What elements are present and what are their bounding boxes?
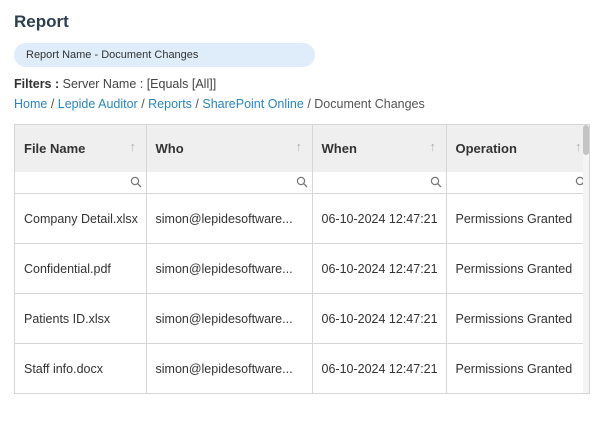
who-filter-input[interactable] [146, 172, 312, 193]
search-icon[interactable] [296, 176, 308, 188]
column-header-when[interactable]: When ↑ [312, 125, 447, 172]
cell-when: 06-10-2024 12:47:21 [312, 293, 447, 344]
report-name-badge: Report Name - Document Changes [14, 43, 315, 67]
page-title: Report [14, 12, 69, 31]
column-header-label: Operation [455, 141, 517, 156]
breadcrumb-sharepoint-online[interactable]: SharePoint Online [202, 97, 303, 111]
cell-file-name: Company Detail.xlsx [15, 193, 147, 244]
filter-cell-file-name [15, 172, 147, 194]
column-header-file-name[interactable]: File Name ↑ [15, 125, 147, 172]
column-header-operation[interactable]: Operation ↑ [446, 125, 589, 172]
cell-file-name: Staff info.docx [15, 343, 147, 393]
cell-when: 06-10-2024 12:47:21 [312, 343, 447, 393]
cell-file-name: Confidential.pdf [15, 243, 147, 294]
breadcrumb-home[interactable]: Home [14, 97, 47, 111]
cell-who: simon@lepidesoftware... [146, 293, 313, 344]
column-header-label: File Name [24, 141, 86, 156]
cell-when: 06-10-2024 12:47:21 [312, 243, 447, 294]
table-row[interactable]: Staff info.docx simon@lepidesoftware... … [15, 343, 589, 393]
column-header-who[interactable]: Who ↑ [146, 125, 313, 172]
vertical-scrollbar[interactable] [583, 125, 589, 393]
table-row[interactable]: Patients ID.xlsx simon@lepidesoftware...… [15, 293, 589, 344]
table-row[interactable]: Company Detail.xlsx simon@lepidesoftware… [15, 193, 589, 244]
operation-filter-input[interactable] [446, 172, 589, 193]
search-icon[interactable] [130, 176, 142, 188]
cell-who: simon@lepidesoftware... [146, 343, 313, 393]
column-header-label: When [321, 141, 357, 156]
sort-arrow-up-icon[interactable]: ↑ [130, 140, 140, 154]
cell-operation: Permissions Granted [446, 243, 589, 294]
cell-operation: Permissions Granted [446, 293, 589, 344]
breadcrumb-lepide-auditor[interactable]: Lepide Auditor [58, 97, 138, 111]
report-table: File Name ↑ Who ↑ When ↑ Operation ↑ Com… [15, 125, 589, 393]
filter-row [15, 172, 589, 194]
file-name-filter-input[interactable] [15, 172, 146, 193]
column-header-label: Who [155, 141, 184, 156]
filters-label: Filters : [14, 77, 60, 91]
breadcrumb-reports[interactable]: Reports [148, 97, 192, 111]
filter-cell-operation [446, 172, 589, 194]
cell-who: simon@lepidesoftware... [146, 243, 313, 294]
cell-operation: Permissions Granted [446, 193, 589, 244]
scrollbar-thumb[interactable] [583, 125, 589, 155]
cell-when: 06-10-2024 12:47:21 [312, 193, 447, 244]
filters-summary: Filters : Server Name : [Equals [All]] [14, 77, 216, 91]
filter-cell-when [312, 172, 447, 194]
search-icon[interactable] [430, 176, 442, 188]
filter-cell-who [146, 172, 313, 194]
breadcrumb-current: Document Changes [314, 97, 425, 111]
breadcrumb: Home / Lepide Auditor / Reports / ShareP… [14, 97, 425, 111]
filters-value: Server Name : [Equals [All]] [62, 77, 217, 91]
cell-operation: Permissions Granted [446, 343, 589, 393]
cell-who: simon@lepidesoftware... [146, 193, 313, 244]
breadcrumb-separator: / [50, 97, 58, 111]
sort-arrow-up-icon[interactable]: ↑ [296, 140, 306, 154]
when-filter-input[interactable] [312, 172, 446, 193]
report-grid: File Name ↑ Who ↑ When ↑ Operation ↑ Com… [14, 124, 590, 394]
sort-arrow-up-icon[interactable]: ↑ [430, 140, 440, 154]
cell-file-name: Patients ID.xlsx [15, 293, 147, 344]
table-row[interactable]: Confidential.pdf simon@lepidesoftware...… [15, 243, 589, 294]
header-row: File Name ↑ Who ↑ When ↑ Operation ↑ [15, 125, 589, 172]
